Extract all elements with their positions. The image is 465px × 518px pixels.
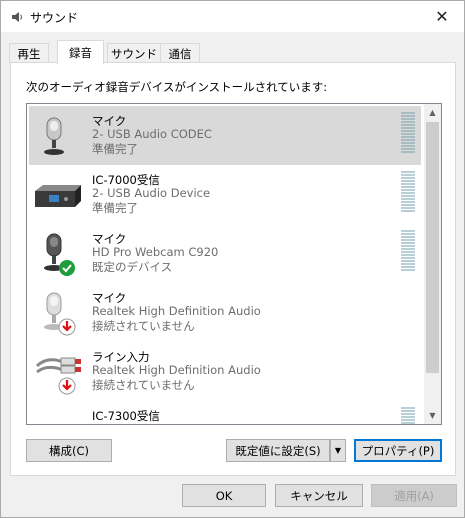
tab-recording[interactable]: 録音: [57, 40, 104, 64]
set-default-button[interactable]: 既定値に設定(S): [226, 439, 330, 462]
title-bar: サウンド ✕: [1, 1, 464, 32]
device-item[interactable]: IC-7300受信: [29, 401, 421, 424]
default-check-badge-icon: [59, 260, 75, 276]
apply-button[interactable]: 適用(A): [371, 484, 457, 507]
chevron-down-icon: ▼: [334, 446, 342, 455]
line-in-cable-icon: [35, 357, 81, 395]
device-item[interactable]: マイク Realtek High Definition Audio 接続されてい…: [29, 283, 421, 342]
device-status: 接続されていません: [92, 319, 195, 333]
scroll-thumb[interactable]: [426, 122, 439, 373]
panel-caption: 次のオーディオ録音デバイスがインストールされています:: [26, 80, 328, 94]
speaker-icon: [12, 12, 22, 22]
microphone-icon: [44, 233, 75, 276]
device-list[interactable]: マイク 2- USB Audio CODEC 準備完了 IC-7000受信 2-…: [26, 103, 442, 425]
vertical-scrollbar[interactable]: ▲ ▼: [424, 104, 441, 424]
unplugged-arrow-badge-icon: [58, 318, 76, 336]
device-item[interactable]: IC-7000受信 2- USB Audio Device 準備完了: [29, 165, 421, 224]
scroll-up-icon[interactable]: ▲: [424, 104, 441, 121]
microphone-icon: [44, 117, 64, 155]
level-meter: [401, 171, 415, 213]
properties-button[interactable]: プロパティ(P): [354, 439, 442, 462]
tab-playback[interactable]: 再生: [9, 43, 49, 63]
close-icon: ✕: [435, 7, 449, 26]
device-description: Realtek High Definition Audio: [92, 363, 261, 377]
device-description: 2- USB Audio Device: [92, 186, 211, 200]
level-meter: [401, 112, 415, 154]
device-description: HD Pro Webcam C920: [92, 245, 219, 259]
unplugged-arrow-badge-icon: [58, 377, 76, 395]
configure-button[interactable]: 構成(C): [26, 439, 112, 462]
device-status: 既定のデバイス: [92, 260, 173, 274]
close-button[interactable]: ✕: [420, 1, 464, 32]
cancel-button[interactable]: キャンセル: [275, 484, 363, 507]
level-meter: [401, 230, 415, 272]
tab-sounds[interactable]: サウンド: [107, 43, 161, 63]
device-status: 接続されていません: [92, 378, 195, 392]
device-item[interactable]: マイク 2- USB Audio CODEC 準備完了: [29, 106, 421, 165]
window-title: サウンド: [30, 11, 79, 25]
tab-communications[interactable]: 通信: [160, 43, 200, 63]
device-item[interactable]: マイク HD Pro Webcam C920 既定のデバイス: [29, 224, 421, 283]
device-status: 準備完了: [92, 201, 138, 215]
device-status: 準備完了: [92, 142, 138, 156]
device-name: IC-7300受信: [92, 409, 160, 423]
device-description: Realtek High Definition Audio: [92, 304, 261, 318]
microphone-icon: [44, 292, 76, 336]
set-default-dropdown-button[interactable]: ▼: [330, 439, 346, 462]
device-description: 2- USB Audio CODEC: [92, 127, 212, 141]
sound-dialog: サウンド ✕ 再生 録音 サウンド 通信 次のオーディオ録音デバイスがインストー…: [0, 0, 465, 518]
scroll-down-icon[interactable]: ▼: [424, 407, 441, 424]
recording-panel: 次のオーディオ録音デバイスがインストールされています: マイク 2- USB A…: [10, 62, 456, 476]
device-item[interactable]: ライン入力 Realtek High Definition Audio 接続され…: [29, 342, 421, 401]
audio-device-box-icon: [35, 185, 81, 207]
ok-button[interactable]: OK: [182, 484, 266, 507]
level-meter: [401, 407, 415, 424]
